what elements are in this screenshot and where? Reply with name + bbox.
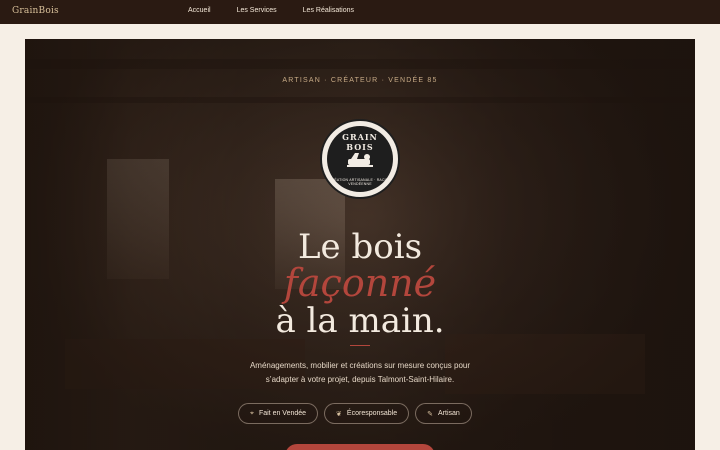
nav-link-services[interactable]: Les Services [237, 7, 277, 14]
badge-label: Fait en Vendée [258, 410, 307, 417]
main-nav: Accueil Les Services Les Réalisations [188, 7, 354, 14]
nav-link-accueil[interactable]: Accueil [188, 7, 211, 14]
hand-plane-icon [347, 153, 373, 167]
location-icon: ⌖ [250, 409, 254, 417]
badge-title: GRAIN BOIS [342, 132, 378, 152]
hero-description: Aménagements, mobilier et créations sur … [25, 359, 695, 387]
hero-eyebrow: ARTISAN · CRÉATEUR · VENDÉE 85 [282, 77, 438, 84]
title-divider [350, 345, 370, 346]
hero-description-line-2: s’adapter à votre projet, depuis Talmont… [265, 375, 455, 384]
badge-label: Artisan [438, 410, 460, 417]
grain-bois-badge: GRAIN BOIS CRÉATION ARTISANALE · RACINE … [320, 119, 400, 199]
nav-link-realisations[interactable]: Les Réalisations [303, 7, 354, 14]
badge-subtitle: CRÉATION ARTISANALE · RACINE VENDÉENNE [328, 178, 392, 186]
badge-artisan: ✎ Artisan [415, 403, 472, 424]
badge-label: Écoresponsable [346, 410, 398, 417]
badge-ecoresponsable: ❦ Écoresponsable [324, 403, 410, 424]
leaf-icon: ❦ [336, 410, 342, 418]
badge-fait-en-vendee: ⌖ Fait en Vendée [238, 403, 319, 424]
badge-inner: GRAIN BOIS CRÉATION ARTISANALE · RACINE … [327, 126, 393, 192]
hero-badges: ⌖ Fait en Vendée ❦ Écoresponsable ✎ Arti… [238, 403, 472, 424]
hero-description-line-1: Aménagements, mobilier et créations sur … [249, 361, 471, 370]
tool-icon: ✎ [427, 410, 433, 418]
hero-cta-button[interactable] [285, 444, 435, 450]
hero-title-line-2: façonné [283, 261, 437, 305]
hero-section: ARTISAN · CRÉATEUR · VENDÉE 85 GRAIN BOI… [25, 39, 695, 450]
brand-logo-text[interactable]: GrainBois [12, 6, 59, 16]
top-navigation: GrainBois Accueil Les Services Les Réali… [0, 0, 720, 24]
hero-title-line-3: à la main. [275, 301, 445, 341]
